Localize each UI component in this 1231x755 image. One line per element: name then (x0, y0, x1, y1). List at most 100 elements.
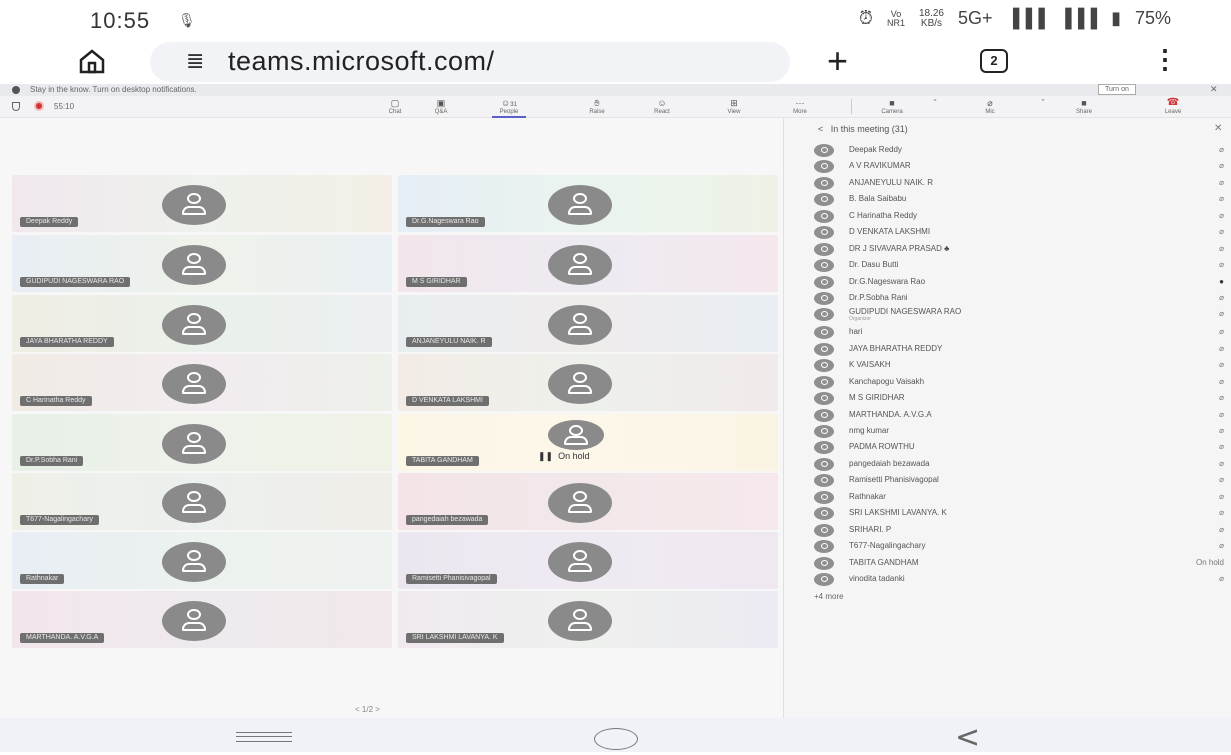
video-tile[interactable]: SRI LAKSHMI LAVANYA. K (398, 591, 778, 648)
mic-off-icon: ⌀ (1219, 442, 1224, 452)
view-button[interactable]: ⊞ View (717, 98, 751, 116)
participant-row[interactable]: vinodita tadanki ⌀ (814, 571, 1224, 587)
avatar-icon (548, 601, 612, 641)
participant-row[interactable]: SRIHARI. P ⌀ (814, 522, 1224, 538)
home-button-icon[interactable] (594, 728, 638, 750)
more-button[interactable]: ⋯ More (783, 98, 817, 116)
avatar-icon (548, 364, 612, 404)
participant-row[interactable]: PADMA ROWTHU ⌀ (814, 439, 1224, 455)
qa-button[interactable]: ▣ Q&A (424, 98, 458, 116)
video-tile[interactable]: Deepak Reddy (12, 175, 392, 232)
mic-options-chevron-icon[interactable]: ˇ (1036, 98, 1050, 108)
close-icon[interactable]: ✕ (1210, 84, 1218, 95)
qa-icon: ▣ (436, 98, 446, 108)
participant-row[interactable]: D VENKATA LAKSHMI ⌀ (814, 224, 1224, 240)
avatar-icon (162, 483, 226, 523)
people-icon: ☺31 (501, 98, 517, 108)
leave-button[interactable]: ☎︎ Leave (1155, 98, 1191, 116)
browser-menu-icon[interactable]: ⋮ (1152, 44, 1178, 75)
participant-row[interactable]: GUDIPUDI NAGESWARA RAO Organizer ⌀ (814, 306, 1224, 324)
share-icon: ■ (1081, 98, 1087, 108)
recent-apps-icon[interactable] (236, 732, 292, 742)
people-button[interactable]: ☺31 People (492, 98, 526, 118)
avatar-icon (548, 245, 612, 285)
camera-options-chevron-icon[interactable]: ˇ (928, 98, 942, 108)
participant-row[interactable]: C Harinatha Reddy ⌀ (814, 208, 1224, 224)
turn-on-button[interactable]: Turn on (1098, 84, 1136, 95)
avatar-icon (814, 259, 834, 273)
mic-off-icon: ⌀ (1219, 210, 1224, 220)
chat-button[interactable]: ▢ Chat (378, 98, 412, 116)
participant-row[interactable]: Rathnakar ⌀ (814, 489, 1224, 505)
camera-off-icon: ■ (889, 98, 895, 108)
panel-title[interactable]: < In this meeting (31) (818, 124, 908, 134)
participant-row[interactable]: hari ⌀ (814, 324, 1224, 340)
mic-off-icon: ⌀ (1219, 260, 1224, 270)
participant-row[interactable]: Kanchapogu Vaisakh ⌀ (814, 374, 1224, 390)
video-tile[interactable]: Ramisetti Phanisivagopal (398, 532, 778, 589)
video-tile[interactable]: JAYA BHARATHA REDDY (12, 295, 392, 352)
new-tab-icon[interactable]: + (827, 40, 848, 82)
tile-name-label: SRI LAKSHMI LAVANYA. K (406, 633, 504, 643)
participant-row[interactable]: SRI LAKSHMI LAVANYA. K ⌀ (814, 505, 1224, 521)
share-button[interactable]: ■ Share (1067, 98, 1101, 116)
participants-panel: < In this meeting (31) ✕ Deepak Reddy ⌀ A… (783, 118, 1231, 718)
participant-row[interactable]: JAYA BHARATHA REDDY ⌀ (814, 341, 1224, 357)
video-tile[interactable]: Rathnakar (12, 532, 392, 589)
back-icon[interactable]: < (955, 720, 980, 755)
hang-up-icon: ☎︎ (1166, 97, 1180, 108)
video-tile[interactable]: ANJANEYULU NAIK. R (398, 295, 778, 352)
network-type: 5G+ (958, 8, 993, 28)
video-tile[interactable]: T677-Nagalingachary (12, 473, 392, 530)
avatar-icon (548, 542, 612, 582)
avatar-icon (548, 185, 612, 225)
participant-row[interactable]: Ramisetti Phanisivagopal ⌀ (814, 472, 1224, 488)
participant-row[interactable]: Dr.G.Nageswara Rao ● (814, 274, 1224, 290)
raise-hand-button[interactable]: ✋︎ Raise (580, 98, 614, 116)
participant-row[interactable]: pangedaiah bezawada ⌀ (814, 456, 1224, 472)
participant-row[interactable]: K VAISAKH ⌀ (814, 357, 1224, 373)
participant-row[interactable]: A V RAVIKUMAR ⌀ (814, 158, 1224, 174)
avatar-icon (814, 540, 834, 554)
react-button[interactable]: ☺ React (645, 98, 679, 116)
video-tile[interactable]: Dr.G.Nageswara Rao (398, 175, 778, 232)
mic-off-icon: ⌀ (1219, 491, 1224, 501)
avatar-icon (814, 507, 834, 521)
video-tile[interactable]: pangedaiah bezawada (398, 473, 778, 530)
participant-row[interactable]: TABITA GANDHAM On hold (814, 555, 1224, 571)
page-navigation[interactable]: < 1/2 > (355, 705, 380, 714)
avatar-icon (814, 572, 834, 586)
participant-row[interactable]: Dr.P.Sobha Rani ⌀ (814, 290, 1224, 306)
mic-off-icon: ⌀ (1219, 524, 1224, 534)
video-tile[interactable]: D VENKATA LAKSHMI (398, 354, 778, 411)
home-icon[interactable] (78, 48, 106, 74)
shield-icon (12, 102, 20, 111)
mic-button[interactable]: ⌀ Mic (973, 98, 1007, 116)
avatar-icon (814, 375, 834, 389)
url-text[interactable]: teams.microsoft.com/ (228, 46, 495, 77)
participant-row[interactable]: B. Bala Saibabu ⌀ (814, 191, 1224, 207)
site-settings-icon[interactable]: ≣ (186, 49, 204, 74)
participant-row[interactable]: ANJANEYULU NAIK. R ⌀ (814, 175, 1224, 191)
video-tile[interactable]: MARTHANDA. A.V.G.A (12, 591, 392, 648)
raise-hand-icon: ✋︎ (594, 98, 600, 108)
participant-row[interactable]: DR J SIVAVARA PRASAD ♣ ⌀ (814, 241, 1224, 257)
participant-row[interactable]: MARTHANDA. A.V.G.A ⌀ (814, 407, 1224, 423)
video-tile[interactable]: C Harinatha Reddy (12, 354, 392, 411)
camera-button[interactable]: ■ Camera (875, 98, 909, 116)
video-tile[interactable]: GUDIPUDI NAGESWARA RAO (12, 235, 392, 292)
participant-row[interactable]: M S GIRIDHAR ⌀ (814, 390, 1224, 406)
info-icon (12, 86, 20, 94)
participant-row[interactable]: nmg kumar ⌀ (814, 423, 1224, 439)
more-participants-link[interactable]: +4 more (814, 592, 844, 601)
panel-close-icon[interactable]: ✕ (1214, 123, 1222, 134)
participant-row[interactable]: Dr. Dasu Butti ⌀ (814, 257, 1224, 273)
video-tile[interactable]: ❚❚ On hold TABITA GANDHAM (398, 414, 778, 471)
participant-row[interactable]: Deepak Reddy ⌀ (814, 142, 1224, 158)
more-icon: ⋯ (795, 98, 805, 108)
video-tile[interactable]: M S GIRIDHAR (398, 235, 778, 292)
participant-row[interactable]: T677-Nagalingachary ⌀ (814, 538, 1224, 554)
video-tile[interactable]: Dr.P.Sobha Rani (12, 414, 392, 471)
tile-name-label: TABITA GANDHAM (406, 456, 479, 466)
tab-switcher-button[interactable]: 2 (980, 49, 1008, 73)
